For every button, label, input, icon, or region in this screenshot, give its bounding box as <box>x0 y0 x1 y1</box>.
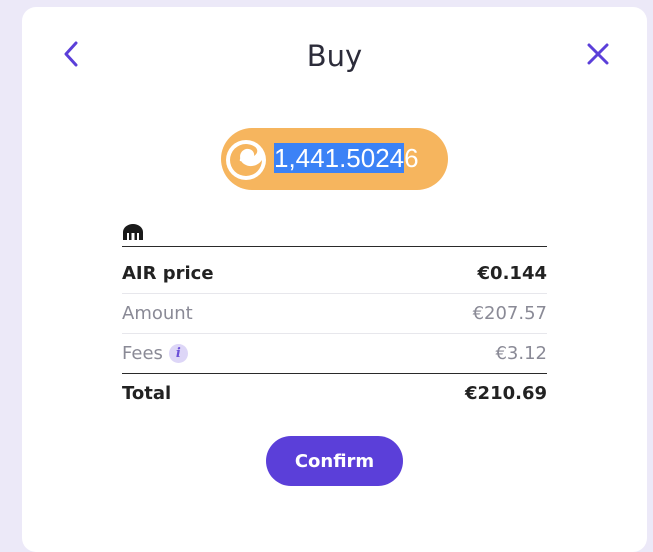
row-label: Amount <box>122 302 193 324</box>
confirm-button[interactable]: Confirm <box>266 436 403 486</box>
fees-row: Fees i €3.12 <box>122 334 547 372</box>
row-value: €207.57 <box>472 302 547 324</box>
kraken-icon <box>123 224 143 240</box>
buy-dialog: Buy 1,441.50246 AIR price €0.144 Amount … <box>22 7 647 552</box>
total-row: Total €210.69 <box>122 374 547 412</box>
row-value: €3.12 <box>495 342 547 364</box>
close-button[interactable] <box>585 40 611 68</box>
amount-badge: 1,441.50246 <box>221 128 448 190</box>
row-label: Fees <box>122 342 163 364</box>
row-value: €210.69 <box>465 382 547 404</box>
page-title: Buy <box>306 39 363 73</box>
amount-value[interactable]: 1,441.50246 <box>274 140 419 177</box>
info-icon[interactable]: i <box>168 343 188 363</box>
row-label: Total <box>122 382 172 404</box>
amount-selected-text: 1,441.5024 <box>274 143 405 173</box>
row-label: AIR price <box>122 262 214 284</box>
close-icon <box>587 43 609 65</box>
air-price-row: AIR price €0.144 <box>122 254 547 292</box>
air-coin-icon <box>226 140 266 180</box>
fees-label-group: Fees i <box>122 343 188 364</box>
row-value: €0.144 <box>477 262 547 284</box>
amount-row: Amount €207.57 <box>122 294 547 332</box>
divider <box>122 246 547 247</box>
amount-rest-text: 6 <box>404 143 419 173</box>
